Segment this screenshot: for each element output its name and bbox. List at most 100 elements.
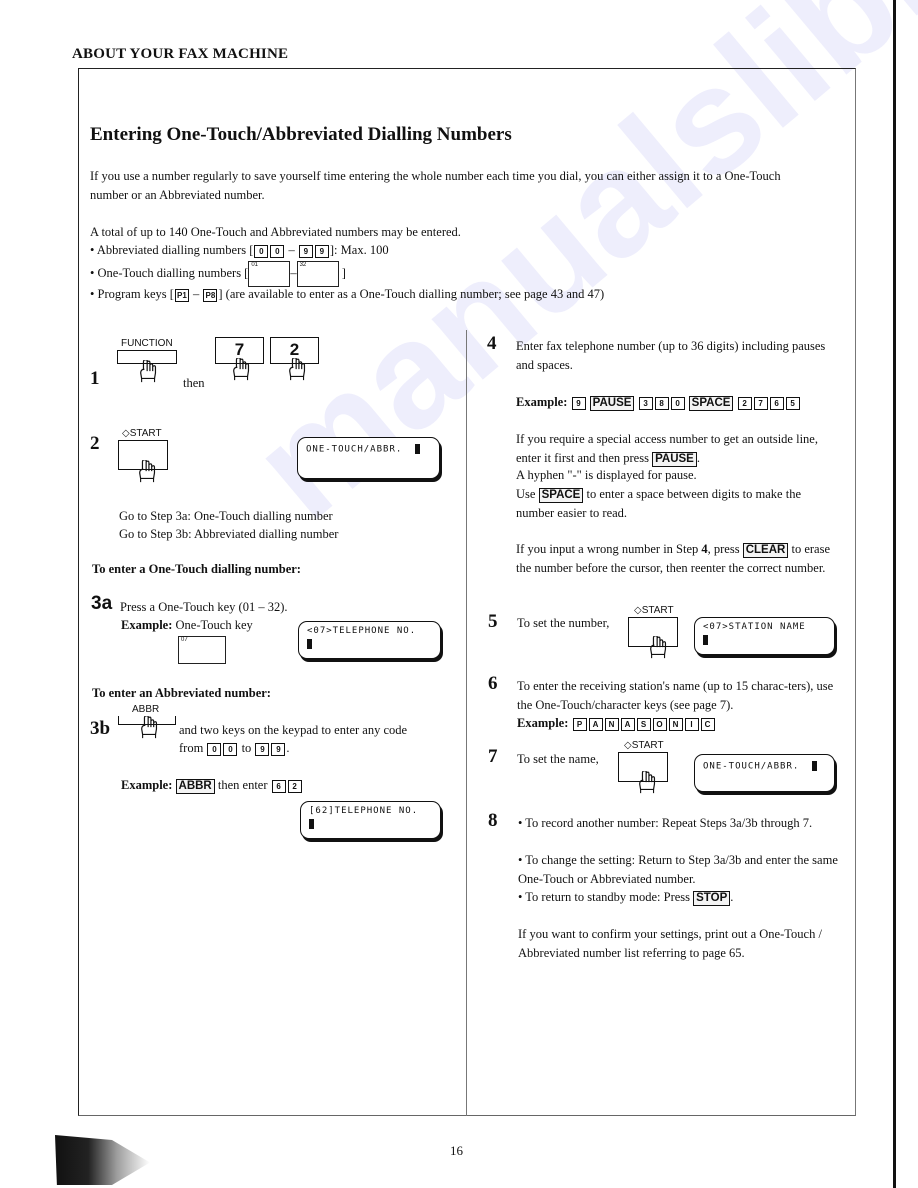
start-key-label: ◇START <box>122 428 162 439</box>
hand-press-icon <box>289 358 306 381</box>
example-label: Example: <box>516 395 568 409</box>
key-c: C <box>700 717 715 731</box>
key-9: 9 <box>314 244 329 258</box>
key-0: 0 <box>270 244 285 258</box>
step-8-bullet-record: • To record another number: Repeat Steps… <box>518 816 813 830</box>
goto-step-3a: Go to Step 3a: One-Touch dialling number <box>119 509 333 523</box>
step-4-text: Enter fax telephone number (up to 36 dig… <box>516 339 826 372</box>
step-8-bullet-change: • To change the setting: Return to Step … <box>518 853 838 886</box>
key-p1: P1 <box>174 288 189 302</box>
lcd-text: [62]TELEPHONE NO. <box>309 806 419 816</box>
key-9: 9 <box>255 742 270 756</box>
lcd-cursor <box>703 635 708 645</box>
lcd-display: <07>TELEPHONE NO. <box>298 621 441 659</box>
bullet-text: To change the setting: Return to Step 3a… <box>518 853 838 886</box>
lcd-display: [62]TELEPHONE NO. <box>300 801 441 839</box>
step-8-bullet-standby: • To return to standby mode: Press STOP. <box>518 890 734 906</box>
key-p: P <box>572 717 587 731</box>
onetouch-key-07[interactable]: 07 <box>178 636 226 664</box>
bullet-dot: • <box>90 243 95 257</box>
step-7-text: To set the name, <box>517 752 599 766</box>
key-5: 5 <box>785 396 800 410</box>
key-a: A <box>620 717 635 731</box>
hand-press-icon <box>141 716 158 739</box>
key-i: I <box>684 717 699 731</box>
start-icon: ◇ <box>122 428 130 439</box>
bullet-text: . <box>730 890 734 904</box>
hand-press-icon <box>139 460 156 483</box>
start-icon: ◇ <box>634 605 642 616</box>
lcd-cursor <box>812 761 818 771</box>
intro-paragraph: If you use a number regularly to save yo… <box>90 169 781 202</box>
lcd-text: ONE-TOUCH/ABBR. <box>306 444 403 455</box>
lcd-cursor <box>307 639 312 649</box>
to-text: to <box>241 741 252 755</box>
start-label: START <box>641 605 674 616</box>
lcd-cursor <box>415 444 421 454</box>
example-label: Example: <box>121 778 173 792</box>
step-3a-number: 3a <box>91 593 113 614</box>
key-9: 9 <box>571 396 586 410</box>
example-label: Example: <box>517 716 569 730</box>
abbr-key-inline: ABBR <box>175 778 215 794</box>
step-3b-text: and two keys on the keypad to enter any … <box>179 723 408 737</box>
step-5-text: To set the number, <box>517 616 610 630</box>
bullet-onetouch: • One-Touch dialling numbers [01–32 ] <box>90 261 346 287</box>
from-text: from <box>179 741 204 755</box>
step-4-number: 4 <box>487 333 497 354</box>
scan-smudge <box>55 1135 150 1185</box>
function-key-label: FUNCTION <box>121 338 173 349</box>
hand-press-icon <box>650 636 667 659</box>
goto-step-3b: Go to Step 3b: Abbreviated dialling numb… <box>119 527 339 541</box>
key-6: 6 <box>769 396 784 410</box>
lcd-display: ONE-TOUCH/ABBR. <box>297 437 440 479</box>
key-8: 8 <box>654 396 669 410</box>
bullet-text: ] (are available to enter as a One-Touch… <box>218 287 605 301</box>
example-text: then enter <box>217 778 268 792</box>
key-3: 3 <box>638 396 653 410</box>
subheading-onetouch: To enter a One-Touch dialling number: <box>92 562 301 576</box>
dash: – <box>288 243 295 257</box>
page-edge <box>893 0 896 1188</box>
then-text: then <box>183 376 205 390</box>
step-8-note: If you want to confirm your settings, pr… <box>518 927 822 960</box>
bullet-program: • Program keys [P1 – P8] (are available … <box>90 287 604 302</box>
key-6: 6 <box>271 779 286 793</box>
example-label: Example: <box>121 618 173 632</box>
key-0: 0 <box>254 244 269 258</box>
start-label: START <box>631 740 664 751</box>
onetouch-key-01: 01 <box>248 261 291 287</box>
step-6-example: Example: PANASONIC <box>517 714 716 733</box>
step-4-example: Example: 9 PAUSE 380 SPACE 2765 <box>516 393 801 412</box>
step-3b-number: 3b <box>90 718 111 739</box>
key-2: 2 <box>287 779 302 793</box>
key-number: 07 <box>181 637 188 643</box>
note-text: , press <box>707 542 740 556</box>
abbr-key-label: ABBR <box>132 704 160 715</box>
step-4-note-access: If you require a special access number t… <box>516 430 836 468</box>
hand-press-icon <box>639 771 656 794</box>
note-text: If you input a wrong number in Step <box>516 542 699 556</box>
step-3b-example: Example: ABBR then enter 62 <box>121 776 303 795</box>
key-0: 0 <box>207 742 222 756</box>
step-4-note-space: Use SPACE to enter a space between digit… <box>516 485 836 523</box>
key-p8: P8 <box>203 288 218 302</box>
step-4-note-hyphen: A hyphen "-" is displayed for pause. <box>516 468 697 482</box>
bullet-text: Abbreviated dialling numbers [ <box>96 243 254 257</box>
bullet-text: ] <box>341 265 346 280</box>
section-header: ABOUT YOUR FAX MACHINE <box>72 46 289 62</box>
subheading-abbreviated: To enter an Abbreviated number: <box>92 686 271 700</box>
start-key-label: ◇START <box>634 605 674 616</box>
key-2: 2 <box>737 396 752 410</box>
key-0: 0 <box>670 396 685 410</box>
pause-key: PAUSE <box>589 395 635 411</box>
space-key: SPACE <box>538 487 584 503</box>
step-3a-text: Press a One-Touch key (01 – 32). <box>120 600 288 614</box>
dash: – <box>193 287 200 301</box>
note-text: Use <box>516 487 536 501</box>
bullet-dot: • <box>90 287 95 301</box>
start-key-label: ◇START <box>624 740 664 751</box>
bullet-dot: • <box>90 265 95 280</box>
space-key: SPACE <box>688 395 734 411</box>
lcd-text: ONE-TOUCH/ABBR. <box>703 761 800 772</box>
